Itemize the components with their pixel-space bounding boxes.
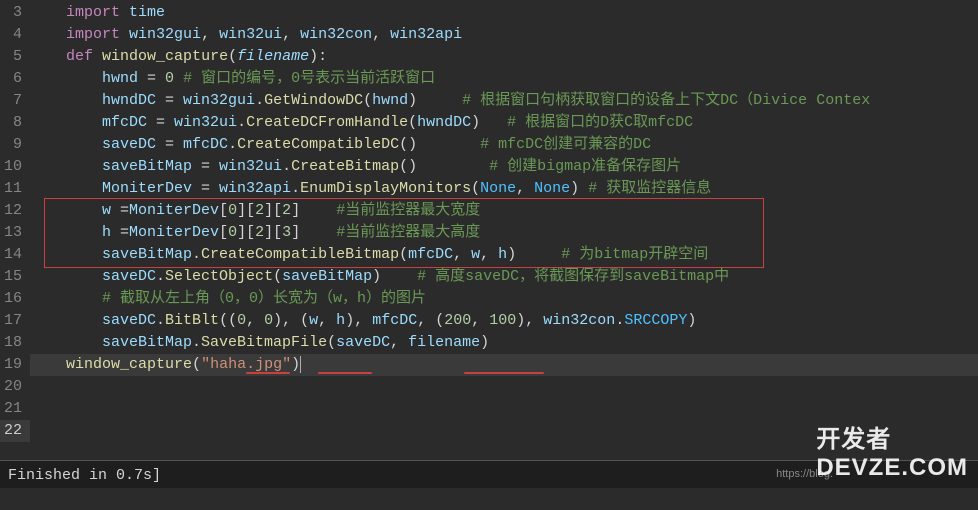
code-line[interactable]: def window_capture(filename): <box>30 46 978 68</box>
code-line[interactable]: saveBitMap.CreateCompatibleBitmap(mfcDC,… <box>30 244 978 266</box>
code-line[interactable]: h =MoniterDev[0][2][3] #当前监控器最大高度 <box>30 222 978 244</box>
code-line[interactable]: hwndDC = win32gui.GetWindowDC(hwnd) # 根据… <box>30 90 978 112</box>
code-line[interactable]: # 截取从左上角（0，0）长宽为（w，h）的图片 <box>30 288 978 310</box>
line-number: 10 <box>0 156 22 178</box>
code-line[interactable]: saveDC = mfcDC.CreateCompatibleDC() # mf… <box>30 134 978 156</box>
text-cursor <box>300 356 301 373</box>
code-line[interactable]: saveDC.BitBlt((0, 0), (w, h), mfcDC, (20… <box>30 310 978 332</box>
line-gutter: 345678910111213141516171819202122 <box>0 0 30 460</box>
output-text: Finished in 0.7s] <box>8 467 161 484</box>
line-number: 18 <box>0 332 22 354</box>
code-line[interactable]: MoniterDev = win32api.EnumDisplayMonitor… <box>30 178 978 200</box>
line-number: 14 <box>0 244 22 266</box>
line-number: 17 <box>0 310 22 332</box>
code-line[interactable]: import time <box>30 2 978 24</box>
code-line[interactable]: saveDC.SelectObject(saveBitMap) # 高度save… <box>30 266 978 288</box>
line-number: 11 <box>0 178 22 200</box>
blog-url: https://blog. <box>776 468 833 480</box>
code-line[interactable]: saveBitMap.SaveBitmapFile(saveDC, filena… <box>30 332 978 354</box>
code-line[interactable]: hwnd = 0 # 窗口的编号，0号表示当前活跃窗口 <box>30 68 978 90</box>
line-number: 20 <box>0 376 22 398</box>
code-line[interactable]: mfcDC = win32ui.CreateDCFromHandle(hwndD… <box>30 112 978 134</box>
line-number: 7 <box>0 90 22 112</box>
code-line[interactable]: import win32gui, win32ui, win32con, win3… <box>30 24 978 46</box>
code-area[interactable]: import time import win32gui, win32ui, wi… <box>30 0 978 460</box>
line-number: 5 <box>0 46 22 68</box>
line-number: 12 <box>0 200 22 222</box>
code-line[interactable]: w =MoniterDev[0][2][2] #当前监控器最大宽度 <box>30 200 978 222</box>
line-number: 16 <box>0 288 22 310</box>
code-line[interactable]: window_capture("haha.jpg") <box>30 354 978 376</box>
line-number: 3 <box>0 2 22 24</box>
code-editor[interactable]: 345678910111213141516171819202122 import… <box>0 0 978 460</box>
code-line[interactable]: saveBitMap = win32ui.CreateBitmap() # 创建… <box>30 156 978 178</box>
line-number: 9 <box>0 134 22 156</box>
line-number: 4 <box>0 24 22 46</box>
line-number: 22 <box>0 420 30 442</box>
line-number: 6 <box>0 68 22 90</box>
line-number: 8 <box>0 112 22 134</box>
line-number: 13 <box>0 222 22 244</box>
line-number: 19 <box>0 354 22 376</box>
line-number: 15 <box>0 266 22 288</box>
line-number: 21 <box>0 398 22 420</box>
